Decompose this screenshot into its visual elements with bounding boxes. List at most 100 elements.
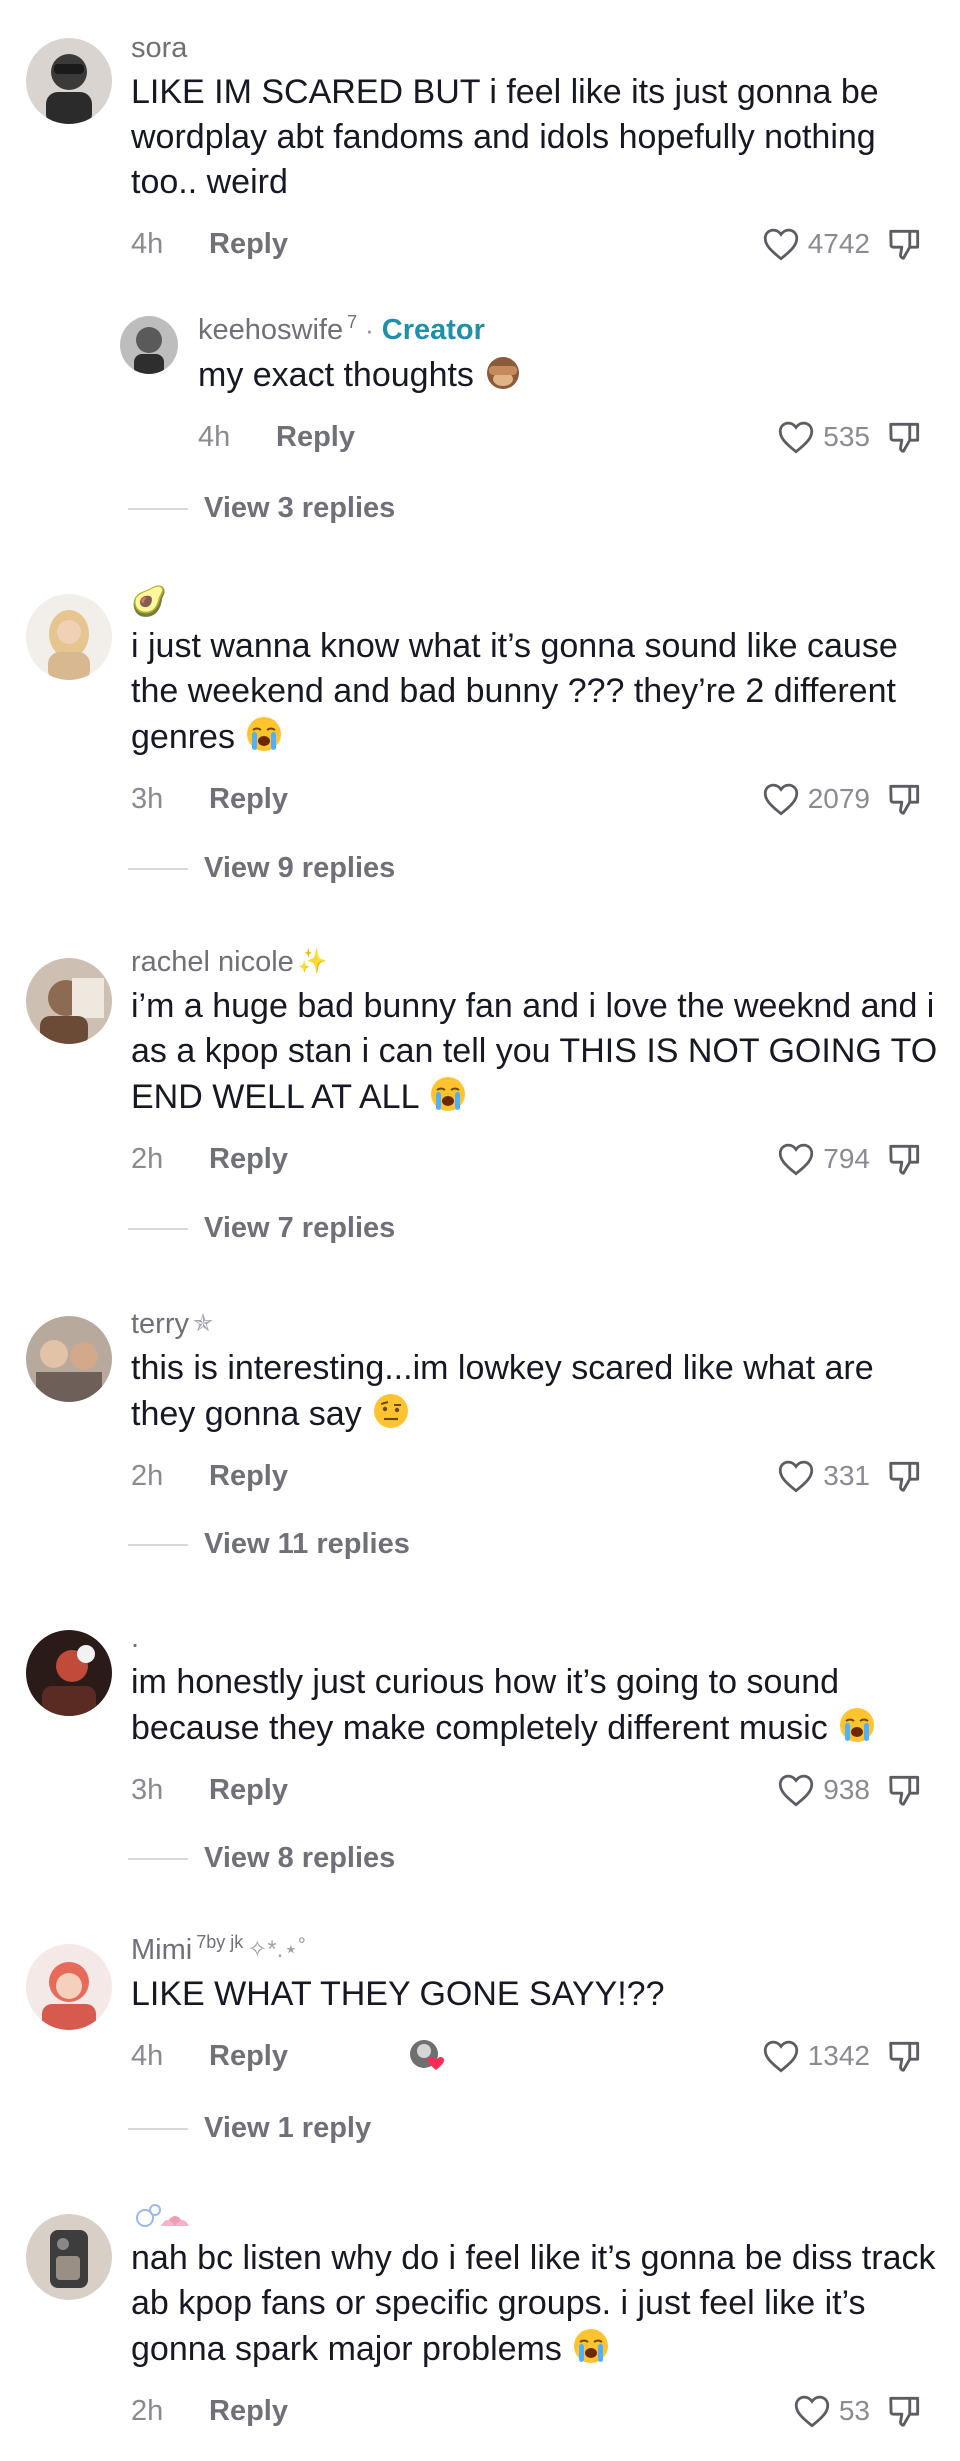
comment-meta: 4h Reply 4742 bbox=[131, 219, 942, 269]
comment-username[interactable] bbox=[131, 2202, 942, 2232]
comment-username[interactable]: sora bbox=[131, 30, 942, 66]
bubbles-lotus-emoji bbox=[136, 2204, 189, 2227]
like-count: 535 bbox=[823, 421, 870, 452]
avatar[interactable] bbox=[26, 1630, 112, 1716]
comment-text: im honestly just curious how it’s going … bbox=[131, 1660, 942, 1751]
comment-time: 4h bbox=[131, 2039, 164, 2072]
like-count: 1342 bbox=[807, 2040, 870, 2071]
view-replies-button[interactable]: View 3 replies bbox=[128, 492, 395, 525]
reply-button[interactable]: Reply bbox=[209, 228, 288, 261]
heart-outline-icon bbox=[763, 2040, 798, 2073]
loudly-crying-face-emoji bbox=[430, 1077, 465, 1111]
divider-line bbox=[128, 2127, 188, 2130]
divider-line bbox=[128, 507, 188, 510]
comments-page: sora LIKE IM SCARED BUT i feel like its … bbox=[0, 0, 960, 2461]
comment-time: 2h bbox=[131, 1142, 164, 1175]
comment-meta: 2h Reply 53 bbox=[131, 2386, 942, 2436]
comment-meta: 2h Reply 794 bbox=[131, 1134, 942, 1184]
heart-outline-icon bbox=[779, 1774, 814, 1807]
view-replies-button[interactable]: View 8 replies bbox=[128, 1842, 395, 1875]
comment-time: 4h bbox=[131, 227, 164, 260]
comment-username[interactable]: keehoswife 7 · Creator bbox=[198, 312, 942, 348]
thumbs-down-icon[interactable] bbox=[886, 1771, 924, 1809]
loudly-crying-face-emoji bbox=[840, 1708, 875, 1742]
heart-outline-icon bbox=[779, 421, 814, 454]
like-button[interactable]: 938 bbox=[777, 1773, 870, 1807]
raised-eyebrow-face-emoji bbox=[374, 1394, 409, 1428]
comment-username[interactable]: 🥑 bbox=[131, 584, 942, 620]
comment-time: 3h bbox=[131, 782, 164, 815]
thumbs-down-icon[interactable] bbox=[886, 2037, 924, 2075]
comment-text: LIKE WHAT THEY GONE SAYY!?? bbox=[131, 1975, 665, 2013]
divider-line bbox=[128, 867, 188, 870]
thumbs-down-icon[interactable] bbox=[886, 1140, 924, 1178]
heart-outline-icon bbox=[763, 228, 798, 261]
comment-meta: 4h Reply 535 bbox=[198, 412, 942, 462]
divider-line bbox=[128, 1857, 188, 1860]
view-replies-button[interactable]: View 9 replies bbox=[128, 852, 395, 885]
like-count: 938 bbox=[823, 1774, 870, 1805]
comment-text: LIKE IM SCARED BUT i feel like its just … bbox=[131, 73, 879, 201]
like-count: 794 bbox=[823, 1143, 870, 1174]
comment-meta: 3h Reply 2079 bbox=[131, 774, 942, 824]
comment-text: i’m a huge bad bunny fan and i love the … bbox=[131, 987, 938, 1116]
reply-button[interactable]: Reply bbox=[276, 421, 355, 454]
like-button[interactable]: 535 bbox=[777, 420, 870, 454]
comment-meta: 2h Reply 331 bbox=[131, 1451, 942, 1501]
loudly-crying-face-emoji bbox=[247, 717, 282, 751]
like-count: 2079 bbox=[807, 783, 870, 814]
comment-time: 4h bbox=[198, 420, 231, 453]
comment-username[interactable]: rachel nicole ✨ bbox=[131, 944, 942, 980]
avatar[interactable] bbox=[26, 38, 112, 124]
avatar[interactable] bbox=[26, 2214, 112, 2300]
avatar[interactable] bbox=[26, 1316, 112, 1402]
thumbs-down-icon[interactable] bbox=[886, 225, 924, 263]
like-button[interactable]: 53 bbox=[793, 2394, 870, 2428]
view-replies-button[interactable]: View 1 reply bbox=[128, 2112, 371, 2145]
loudly-crying-face-emoji bbox=[574, 2329, 609, 2363]
comment-username[interactable]: Mimi 7by jk ✧*.⋆˚ bbox=[131, 1932, 942, 1968]
avatar[interactable] bbox=[26, 958, 112, 1044]
comment-time: 2h bbox=[131, 2394, 164, 2427]
like-button[interactable]: 4742 bbox=[762, 227, 870, 261]
comment-meta: 4h Reply 1342 bbox=[131, 2031, 942, 2081]
reply-button[interactable]: Reply bbox=[209, 1774, 288, 1807]
heart-outline-icon bbox=[779, 1143, 814, 1176]
comment-meta: 3h Reply 938 bbox=[131, 1765, 942, 1815]
thumbs-down-icon[interactable] bbox=[886, 780, 924, 818]
reply-button[interactable]: Reply bbox=[209, 1143, 288, 1176]
heart-outline-icon bbox=[794, 2395, 829, 2428]
view-replies-button[interactable]: View 11 replies bbox=[128, 1528, 410, 1561]
like-button[interactable]: 1342 bbox=[762, 2039, 870, 2073]
view-replies-button[interactable]: View 7 replies bbox=[128, 1212, 395, 1245]
reply-button[interactable]: Reply bbox=[209, 2040, 288, 2073]
avatar[interactable] bbox=[26, 594, 112, 680]
thumbs-down-icon[interactable] bbox=[886, 1457, 924, 1495]
heart-outline-icon bbox=[763, 783, 798, 816]
like-button[interactable]: 331 bbox=[777, 1459, 870, 1493]
comment-username[interactable]: . bbox=[131, 1620, 942, 1656]
like-count: 331 bbox=[823, 1460, 870, 1491]
like-button[interactable]: 794 bbox=[777, 1142, 870, 1176]
comment-time: 2h bbox=[131, 1459, 164, 1492]
reply-button[interactable]: Reply bbox=[209, 2395, 288, 2428]
reply-button[interactable]: Reply bbox=[209, 783, 288, 816]
thumbs-down-icon[interactable] bbox=[886, 2392, 924, 2430]
divider-line bbox=[128, 1543, 188, 1546]
like-count: 4742 bbox=[807, 228, 870, 259]
see-no-evil-monkey-emoji bbox=[487, 357, 520, 389]
comment-username[interactable]: terry ✯ bbox=[131, 1306, 942, 1342]
reply-button[interactable]: Reply bbox=[209, 1460, 288, 1493]
avatar[interactable] bbox=[26, 1944, 112, 2030]
comment-text: this is interesting...im lowkey scared l… bbox=[131, 1349, 874, 1433]
like-count: 53 bbox=[838, 2395, 870, 2426]
avatar[interactable] bbox=[120, 316, 178, 374]
heart-outline-icon bbox=[779, 1460, 814, 1493]
comment-text: nah bc listen why do i feel like it’s go… bbox=[131, 2239, 936, 2368]
creator-liked-avatar-icon bbox=[409, 2040, 444, 2070]
comment-text: my exact thoughts bbox=[198, 352, 942, 398]
divider-line bbox=[128, 1227, 188, 1230]
like-button[interactable]: 2079 bbox=[762, 782, 870, 816]
thumbs-down-icon[interactable] bbox=[886, 418, 924, 456]
comment-text: i just wanna know what it’s gonna sound … bbox=[131, 627, 898, 756]
